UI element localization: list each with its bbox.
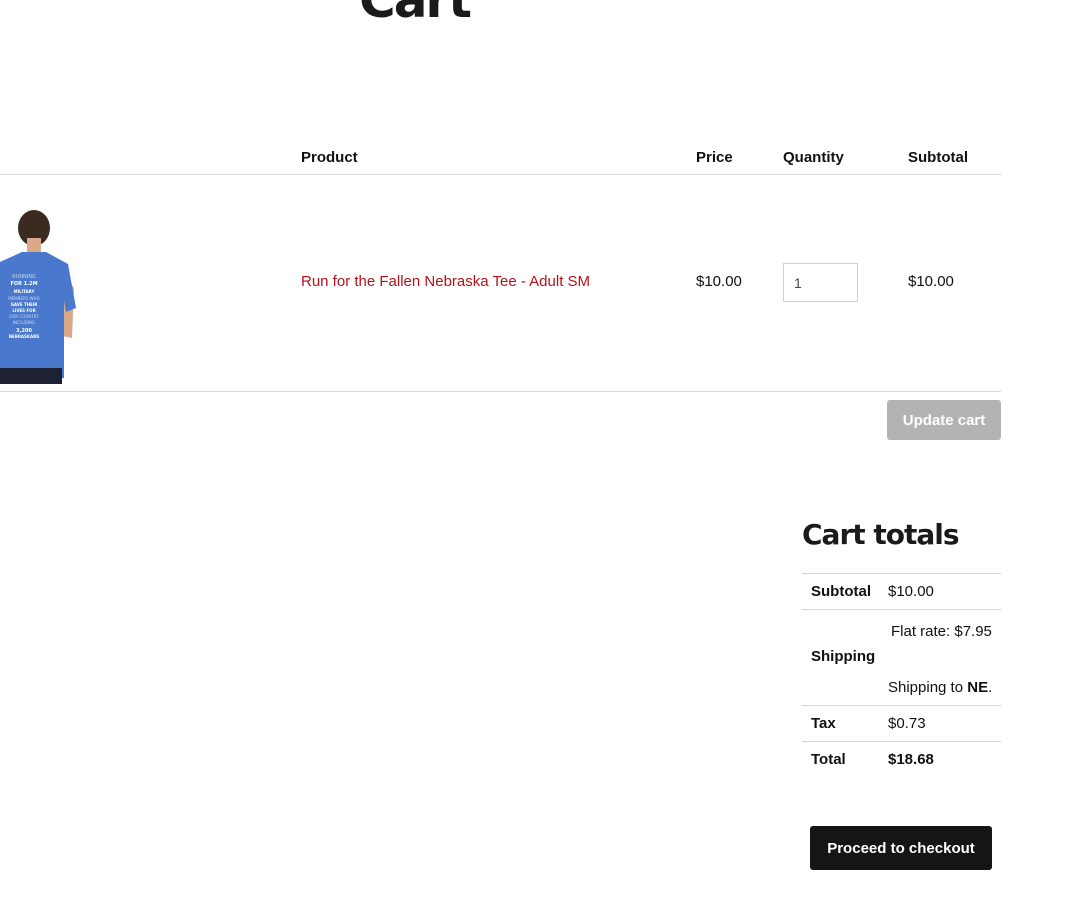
header-quantity: Quantity xyxy=(783,149,844,166)
totals-tax-row: Tax $0.73 xyxy=(802,705,1001,741)
cart-item-row: RUNNING FOR 1.2M MILITARY MEMBERS WHO GA… xyxy=(0,175,1001,392)
pants xyxy=(0,368,62,384)
shirt-text-2: FOR 1.2M xyxy=(10,281,37,287)
totals-subtotal-row: Subtotal $10.00 xyxy=(802,573,1001,609)
shipping-to-prefix: Shipping to xyxy=(888,679,968,696)
update-cart-button[interactable]: Update cart xyxy=(887,400,1001,440)
header-subtotal: Subtotal xyxy=(908,149,968,166)
totals-total-row: Total $18.68 xyxy=(802,741,1001,777)
cart-totals-table: Subtotal $10.00 Shipping Flat rate: $7.9… xyxy=(802,573,1001,777)
proceed-to-checkout-button[interactable]: Proceed to checkout xyxy=(810,826,992,870)
item-price: $10.00 xyxy=(696,273,742,290)
shirt-text-6: LIVES FOR xyxy=(12,308,35,313)
shipping-to-state: NE xyxy=(967,679,989,696)
product-name-link[interactable]: Run for the Fallen Nebraska Tee - Adult … xyxy=(301,273,590,290)
product-thumbnail[interactable]: RUNNING FOR 1.2M MILITARY MEMBERS WHO GA… xyxy=(0,208,80,384)
shirt-text-7: OUR COUNTRY xyxy=(9,314,39,319)
shipping-destination: Shipping to NE. xyxy=(888,679,992,696)
shirt-text-10: NEBRASKANS xyxy=(9,334,40,339)
shipping-to-suffix: . xyxy=(988,679,993,696)
item-subtotal: $10.00 xyxy=(908,273,954,290)
shirt-text-3: MILITARY xyxy=(14,289,35,294)
shirt-text-8: INCLUDING xyxy=(13,320,35,325)
quantity-input[interactable] xyxy=(783,263,858,302)
header-price: Price xyxy=(696,149,733,166)
shirt-text-4: MEMBERS WHO xyxy=(8,296,39,301)
totals-tax-value: $0.73 xyxy=(888,715,926,732)
neck xyxy=(27,238,41,252)
cart-table-header: Product Price Quantity Subtotal xyxy=(0,140,1001,175)
totals-shipping-row: Shipping Flat rate: $7.95 Shipping to NE… xyxy=(802,609,1001,705)
shirt-text-5: GAVE THEIR xyxy=(11,302,38,307)
totals-subtotal-value: $10.00 xyxy=(888,583,934,600)
totals-total-label: Total xyxy=(811,751,846,768)
totals-total-value: $18.68 xyxy=(888,751,934,768)
cart-totals-title: Cart totals xyxy=(802,518,960,551)
totals-tax-label: Tax xyxy=(811,715,836,732)
shirt-text-1: RUNNING xyxy=(12,274,36,280)
totals-subtotal-label: Subtotal xyxy=(811,583,871,600)
page-title: Cart xyxy=(359,0,472,29)
shipping-rate: Flat rate: $7.95 xyxy=(891,623,992,640)
totals-shipping-label: Shipping xyxy=(811,648,876,665)
header-product: Product xyxy=(301,149,358,166)
